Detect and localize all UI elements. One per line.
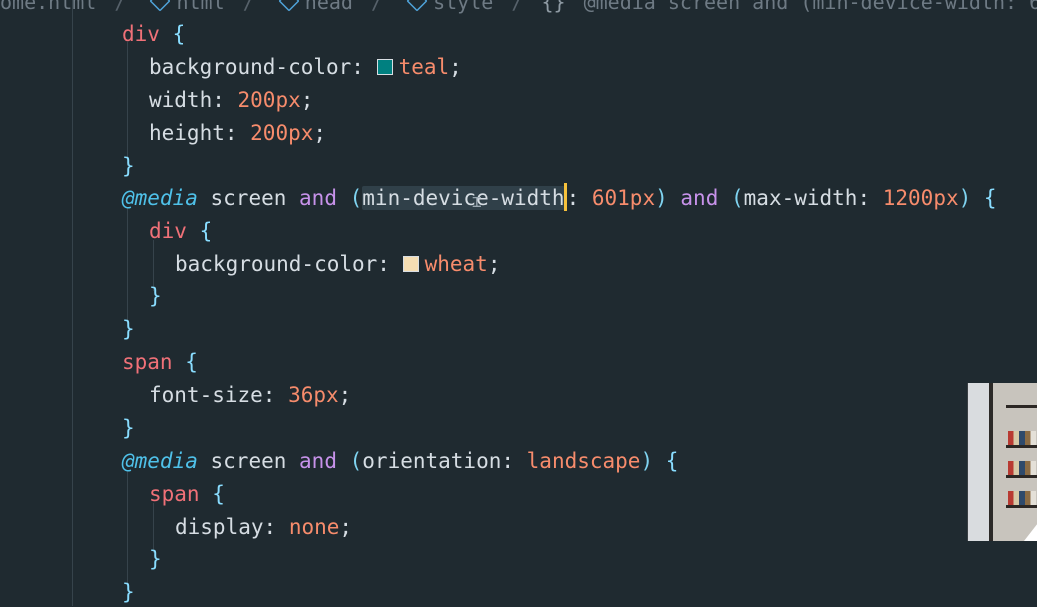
- breadcrumb-item-style[interactable]: style: [433, 0, 493, 14]
- breadcrumb-item-head[interactable]: head: [305, 0, 353, 14]
- indent-guide: [127, 42, 128, 166]
- shelf: [1006, 475, 1037, 478]
- breadcrumb-item-html[interactable]: html: [176, 0, 224, 14]
- books: [1008, 461, 1036, 475]
- code-line[interactable]: span {: [149, 479, 225, 509]
- cube-icon: [149, 0, 172, 12]
- color-swatch-teal[interactable]: [376, 59, 393, 75]
- code-line[interactable]: font-size: 36px;: [149, 380, 351, 410]
- breadcrumb-separator: /: [114, 0, 127, 14]
- selected-text[interactable]: min-device-width: [362, 186, 565, 210]
- code-line[interactable]: }: [122, 314, 135, 344]
- code-line[interactable]: background-color: wheat;: [175, 249, 500, 279]
- ibeam-cursor-icon: ⌶: [472, 192, 482, 211]
- code-line[interactable]: }: [149, 281, 162, 311]
- code-line[interactable]: height: 200px;: [149, 118, 326, 148]
- color-swatch-wheat[interactable]: [402, 256, 419, 272]
- code-line[interactable]: width: 200px;: [149, 85, 313, 115]
- code-line[interactable]: @media screen and (orientation: landscap…: [122, 446, 678, 476]
- breadcrumb-scope[interactable]: @media screen and (min-device-width: 601…: [584, 0, 1037, 14]
- cube-icon: [406, 0, 428, 12]
- code-line[interactable]: @media screen and (min-device-width: 601…: [122, 183, 997, 213]
- code-line[interactable]: div {: [149, 216, 212, 246]
- shelf: [1006, 445, 1037, 448]
- breadcrumb: ome.html / html / head / style / {} @med…: [0, 0, 1037, 14]
- code-line[interactable]: }: [122, 413, 135, 443]
- breadcrumb-separator: /: [242, 0, 255, 14]
- breadcrumb-file[interactable]: ome.html: [0, 0, 96, 14]
- code-line[interactable]: span {: [122, 347, 198, 377]
- books: [1008, 491, 1036, 505]
- code-line[interactable]: background-color: teal;: [149, 52, 462, 82]
- overlay-corner: [1024, 523, 1037, 541]
- code-line[interactable]: }: [149, 544, 162, 574]
- cube-icon: [278, 0, 300, 12]
- breadcrumb-separator: /: [511, 0, 524, 14]
- shelf: [1006, 405, 1037, 408]
- webcam-overlay[interactable]: [967, 383, 1037, 541]
- braces-icon: {}: [541, 0, 566, 14]
- code-line[interactable]: }: [122, 577, 135, 607]
- books: [1008, 431, 1036, 445]
- code-line[interactable]: div {: [122, 19, 185, 49]
- indent-guide: [127, 207, 128, 324]
- code-line[interactable]: display: none;: [175, 512, 352, 542]
- breadcrumb-separator: /: [371, 0, 384, 14]
- indent-guide: [72, 0, 73, 606]
- indent-guide: [127, 470, 128, 586]
- shelf: [1006, 505, 1037, 508]
- code-line[interactable]: }: [122, 151, 135, 181]
